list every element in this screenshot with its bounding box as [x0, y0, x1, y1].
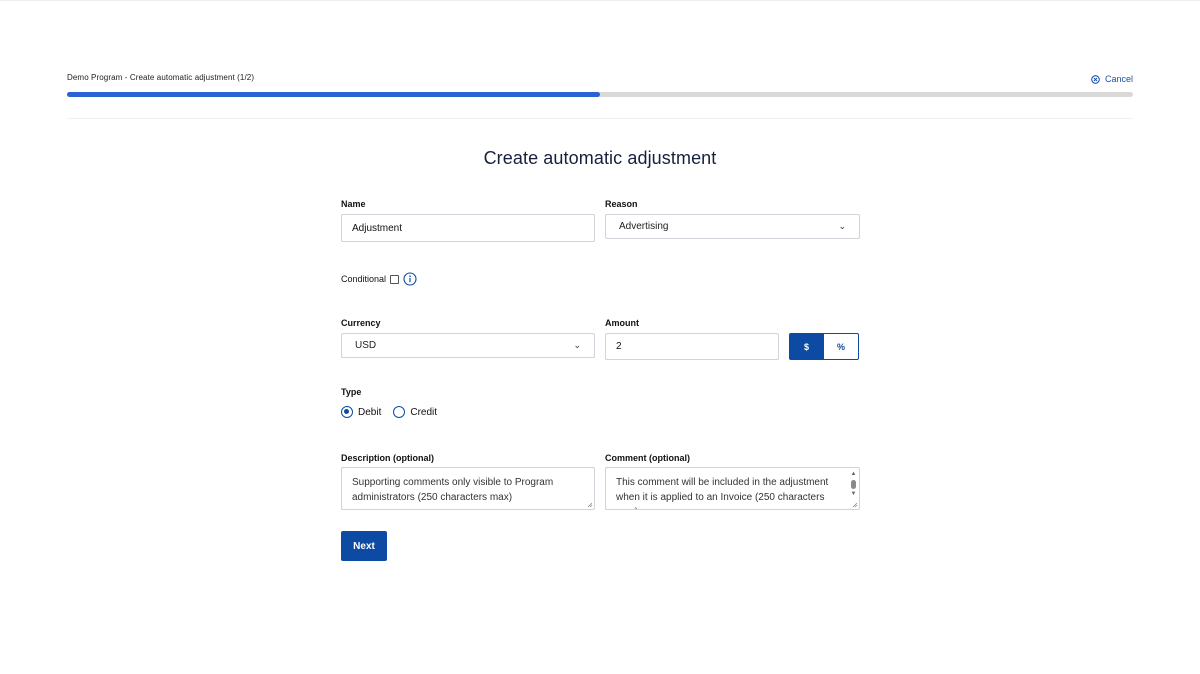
cancel-label: Cancel	[1104, 74, 1133, 84]
amount-input[interactable]: 2	[605, 333, 779, 360]
description-placeholder: Supporting comments only visible to Prog…	[352, 477, 554, 503]
type-label: Type	[341, 387, 362, 397]
name-input-value: Adjustment	[352, 222, 403, 234]
comment-textarea[interactable]: This comment will be included in the adj…	[605, 467, 860, 510]
reason-selected-value: Advertising	[619, 221, 669, 232]
debit-label: Debit	[358, 406, 382, 418]
top-border	[0, 0, 1200, 1]
chevron-down-icon: ⌄	[573, 340, 581, 350]
name-input[interactable]: Adjustment	[341, 214, 595, 242]
comment-label: Comment (optional)	[605, 453, 690, 463]
page: Demo Program - Create automatic adjustme…	[0, 0, 1200, 674]
resize-grip-icon[interactable]	[852, 502, 858, 508]
description-label: Description (optional)	[341, 453, 434, 463]
amount-label: Amount	[605, 318, 639, 328]
reason-label: Reason	[605, 199, 638, 209]
amount-mode-toggle: $ %	[789, 333, 859, 360]
next-button[interactable]: Next	[341, 531, 387, 561]
currency-selected-value: USD	[355, 340, 377, 351]
dollar-toggle-button[interactable]: $	[789, 333, 824, 360]
credit-radio[interactable]	[393, 406, 406, 418]
reason-select[interactable]: Advertising ⌄	[605, 214, 860, 239]
cancel-button[interactable]: Cancel	[1091, 74, 1133, 84]
header-divider	[67, 118, 1133, 119]
percent-toggle-button[interactable]: %	[824, 333, 859, 360]
name-label: Name	[341, 199, 366, 209]
chevron-down-icon: ⌄	[838, 221, 846, 231]
scroll-down-arrow-icon[interactable]: ▼	[850, 491, 857, 497]
credit-label: Credit	[410, 406, 438, 418]
progress-fill	[67, 92, 600, 97]
scroll-up-arrow-icon[interactable]: ▲	[850, 471, 857, 477]
cancel-circle-x-icon	[1091, 74, 1100, 84]
currency-select[interactable]: USD ⌄	[341, 333, 595, 358]
debit-option[interactable]: Debit	[341, 406, 381, 418]
conditional-label: Conditional	[341, 274, 387, 284]
credit-option[interactable]: Credit	[393, 406, 437, 418]
conditional-row: Conditional	[341, 272, 417, 286]
page-title: Create automatic adjustment	[483, 148, 717, 168]
type-radio-group: Debit Credit	[341, 406, 449, 418]
progress-bar	[67, 92, 1133, 97]
resize-grip-icon[interactable]	[587, 502, 593, 508]
wizard-title: Demo Program - Create automatic adjustme…	[67, 73, 255, 82]
comment-placeholder: This comment will be included in the adj…	[616, 477, 829, 509]
scrollbar-thumb[interactable]	[851, 480, 856, 489]
info-icon[interactable]	[403, 272, 417, 286]
debit-radio[interactable]	[341, 406, 353, 418]
amount-input-value: 2	[616, 341, 622, 352]
description-textarea[interactable]: Supporting comments only visible to Prog…	[341, 467, 595, 510]
conditional-checkbox[interactable]	[390, 274, 400, 284]
currency-label: Currency	[341, 318, 381, 328]
